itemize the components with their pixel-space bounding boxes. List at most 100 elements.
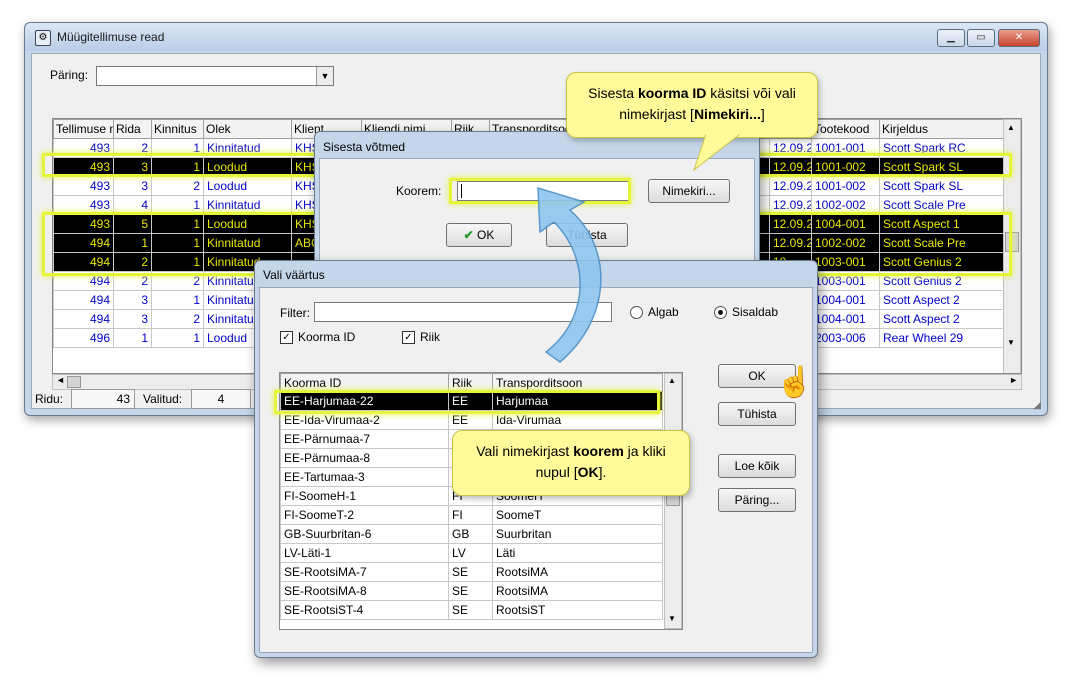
- table-cell: 494: [53, 271, 114, 291]
- dialog-title: Vali väärtus: [263, 268, 325, 282]
- list-item[interactable]: GB-Suurbritan-6 GB Suurbritan: [280, 524, 663, 544]
- ok-label: OK: [477, 228, 495, 242]
- callout-enter-load-id: Sisesta koorma ID käsitsi või vali nimek…: [566, 72, 818, 138]
- list-item[interactable]: EE-Ida-Virumaa-2 EE Ida-Virumaa: [280, 410, 663, 430]
- country-checkbox-label: Riik: [420, 330, 440, 344]
- table-cell: Scott Scale Pre: [879, 195, 1012, 215]
- load-all-button[interactable]: Loe kõik: [718, 454, 796, 478]
- table-cell: 494: [53, 309, 114, 329]
- table-cell: 1: [151, 195, 204, 215]
- table-cell: Scott Spark SL: [879, 157, 1012, 177]
- list-cell: Harjumaa: [492, 391, 663, 411]
- list-item[interactable]: SE-RootsiMA-7 SE RootsiMA: [280, 562, 663, 582]
- query-combobox[interactable]: ▼: [96, 66, 334, 86]
- load-id-checkbox[interactable]: ✓: [280, 331, 293, 344]
- list-cell: EE-Tartumaa-3: [280, 467, 449, 487]
- table-cell: Scott Spark SL: [879, 176, 1012, 196]
- list-cell: LV: [448, 543, 493, 563]
- list-column-header[interactable]: Riik: [448, 373, 493, 392]
- list-header-row: Koorma ID Riik Transporditsoon: [280, 373, 663, 392]
- window-titlebar[interactable]: ⚙ Müügitellimuse read ▁ ▭ ✕: [25, 23, 1047, 51]
- list-item[interactable]: SE-RootsiMA-8 SE RootsiMA: [280, 581, 663, 601]
- table-cell: Scott Genius 2: [879, 271, 1012, 291]
- checkmark-icon: ✔: [463, 228, 474, 242]
- list-item[interactable]: EE-Harjumaa-22 EE Harjumaa: [280, 391, 663, 411]
- load-list[interactable]: Koorma ID Riik Transporditsoon EE-Harjumaa…: [279, 372, 683, 630]
- grid-column-header[interactable]: Kirjeldus: [879, 119, 1012, 139]
- app-icon: ⚙: [35, 30, 51, 46]
- table-cell: 1002-002: [811, 195, 880, 215]
- text-cursor: [461, 184, 462, 198]
- list-vertical-scrollbar[interactable]: ▲ ▼: [664, 373, 682, 629]
- table-cell: 1: [151, 233, 204, 253]
- table-cell: 2: [113, 252, 152, 272]
- table-cell: 1: [113, 233, 152, 253]
- grid-column-header[interactable]: Rida: [113, 119, 152, 139]
- ok-button[interactable]: ✔ OK: [446, 223, 512, 247]
- table-cell: Loodud: [203, 176, 292, 196]
- table-cell: 12.09.2018: [769, 233, 812, 253]
- list-cell: LV-Läti-1: [280, 543, 449, 563]
- dialog-title: Sisesta võtmed: [323, 140, 406, 154]
- list-cell: EE-Pärnumaa-8: [280, 448, 449, 468]
- rows-count-value: 43: [71, 389, 135, 409]
- list-cell: EE-Harjumaa-22: [280, 391, 449, 411]
- callout-text: ]: [760, 106, 765, 122]
- table-cell: 3: [113, 176, 152, 196]
- close-button[interactable]: ✕: [998, 29, 1040, 47]
- table-cell: 12.09.2018: [769, 195, 812, 215]
- list-cell: RootsiMA: [492, 562, 663, 582]
- grid-column-header[interactable]: Tellimuse nr: [53, 119, 114, 139]
- table-cell: 494: [53, 233, 114, 253]
- grid-column-header[interactable]: Olek: [203, 119, 292, 139]
- list-button[interactable]: Nimekiri...: [648, 179, 730, 203]
- selected-count-value: 4: [191, 389, 251, 409]
- contains-radio[interactable]: [714, 306, 727, 319]
- vertical-scrollbar[interactable]: ▲ ▼: [1003, 119, 1021, 373]
- resize-grip-icon[interactable]: ◢: [1033, 400, 1041, 411]
- list-cell: FI-SoomeT-2: [280, 505, 449, 525]
- table-cell: 2: [151, 309, 204, 329]
- table-cell: Scott Aspect 2: [879, 309, 1012, 329]
- table-cell: 1: [151, 214, 204, 234]
- table-cell: 1004-001: [811, 290, 880, 310]
- list-item[interactable]: SE-RootsiST-4 SE RootsiST: [280, 600, 663, 620]
- table-cell: 12.09.2018: [769, 138, 812, 158]
- table-cell: 1004-001: [811, 309, 880, 329]
- table-cell: Loodud: [203, 157, 292, 177]
- callout-bold-text: OK: [577, 464, 599, 480]
- list-column-header[interactable]: Transporditsoon: [492, 373, 663, 392]
- starts-with-radio[interactable]: [630, 306, 643, 319]
- table-cell: Kinnitatud: [203, 233, 292, 253]
- list-item[interactable]: LV-Läti-1 LV Läti: [280, 543, 663, 563]
- list-cell: SoomeT: [492, 505, 663, 525]
- query-button[interactable]: Päring...: [718, 488, 796, 512]
- grid-column-header[interactable]: Tootekood: [811, 119, 880, 139]
- list-cell: SE-RootsiMA-8: [280, 581, 449, 601]
- minimize-button[interactable]: ▁: [937, 29, 965, 47]
- table-cell: Loodud: [203, 214, 292, 234]
- list-cell: RootsiMA: [492, 581, 663, 601]
- table-cell: Kinnitatud: [203, 138, 292, 158]
- country-checkbox[interactable]: ✓: [402, 331, 415, 344]
- table-cell: 1001-002: [811, 176, 880, 196]
- list-item[interactable]: FI-SoomeT-2 FI SoomeT: [280, 505, 663, 525]
- table-cell: 494: [53, 290, 114, 310]
- table-cell: 1001-001: [811, 138, 880, 158]
- list-column-header[interactable]: Koorma ID: [280, 373, 449, 392]
- chevron-down-icon[interactable]: ▼: [316, 67, 333, 85]
- table-cell: 493: [53, 195, 114, 215]
- list-cell: GB: [448, 524, 493, 544]
- table-cell: 2: [113, 138, 152, 158]
- table-cell: 493: [53, 157, 114, 177]
- selected-count-label: Valitud:: [143, 392, 183, 406]
- table-cell: 1: [151, 328, 204, 348]
- cancel-button[interactable]: Tühista: [718, 402, 796, 426]
- table-cell: Scott Spark RC: [879, 138, 1012, 158]
- list-cell: SE: [448, 581, 493, 601]
- grid-column-header[interactable]: Kinnitus: [151, 119, 204, 139]
- table-cell: 493: [53, 176, 114, 196]
- table-cell: 1: [151, 138, 204, 158]
- list-cell: SE: [448, 562, 493, 582]
- maximize-button[interactable]: ▭: [967, 29, 995, 47]
